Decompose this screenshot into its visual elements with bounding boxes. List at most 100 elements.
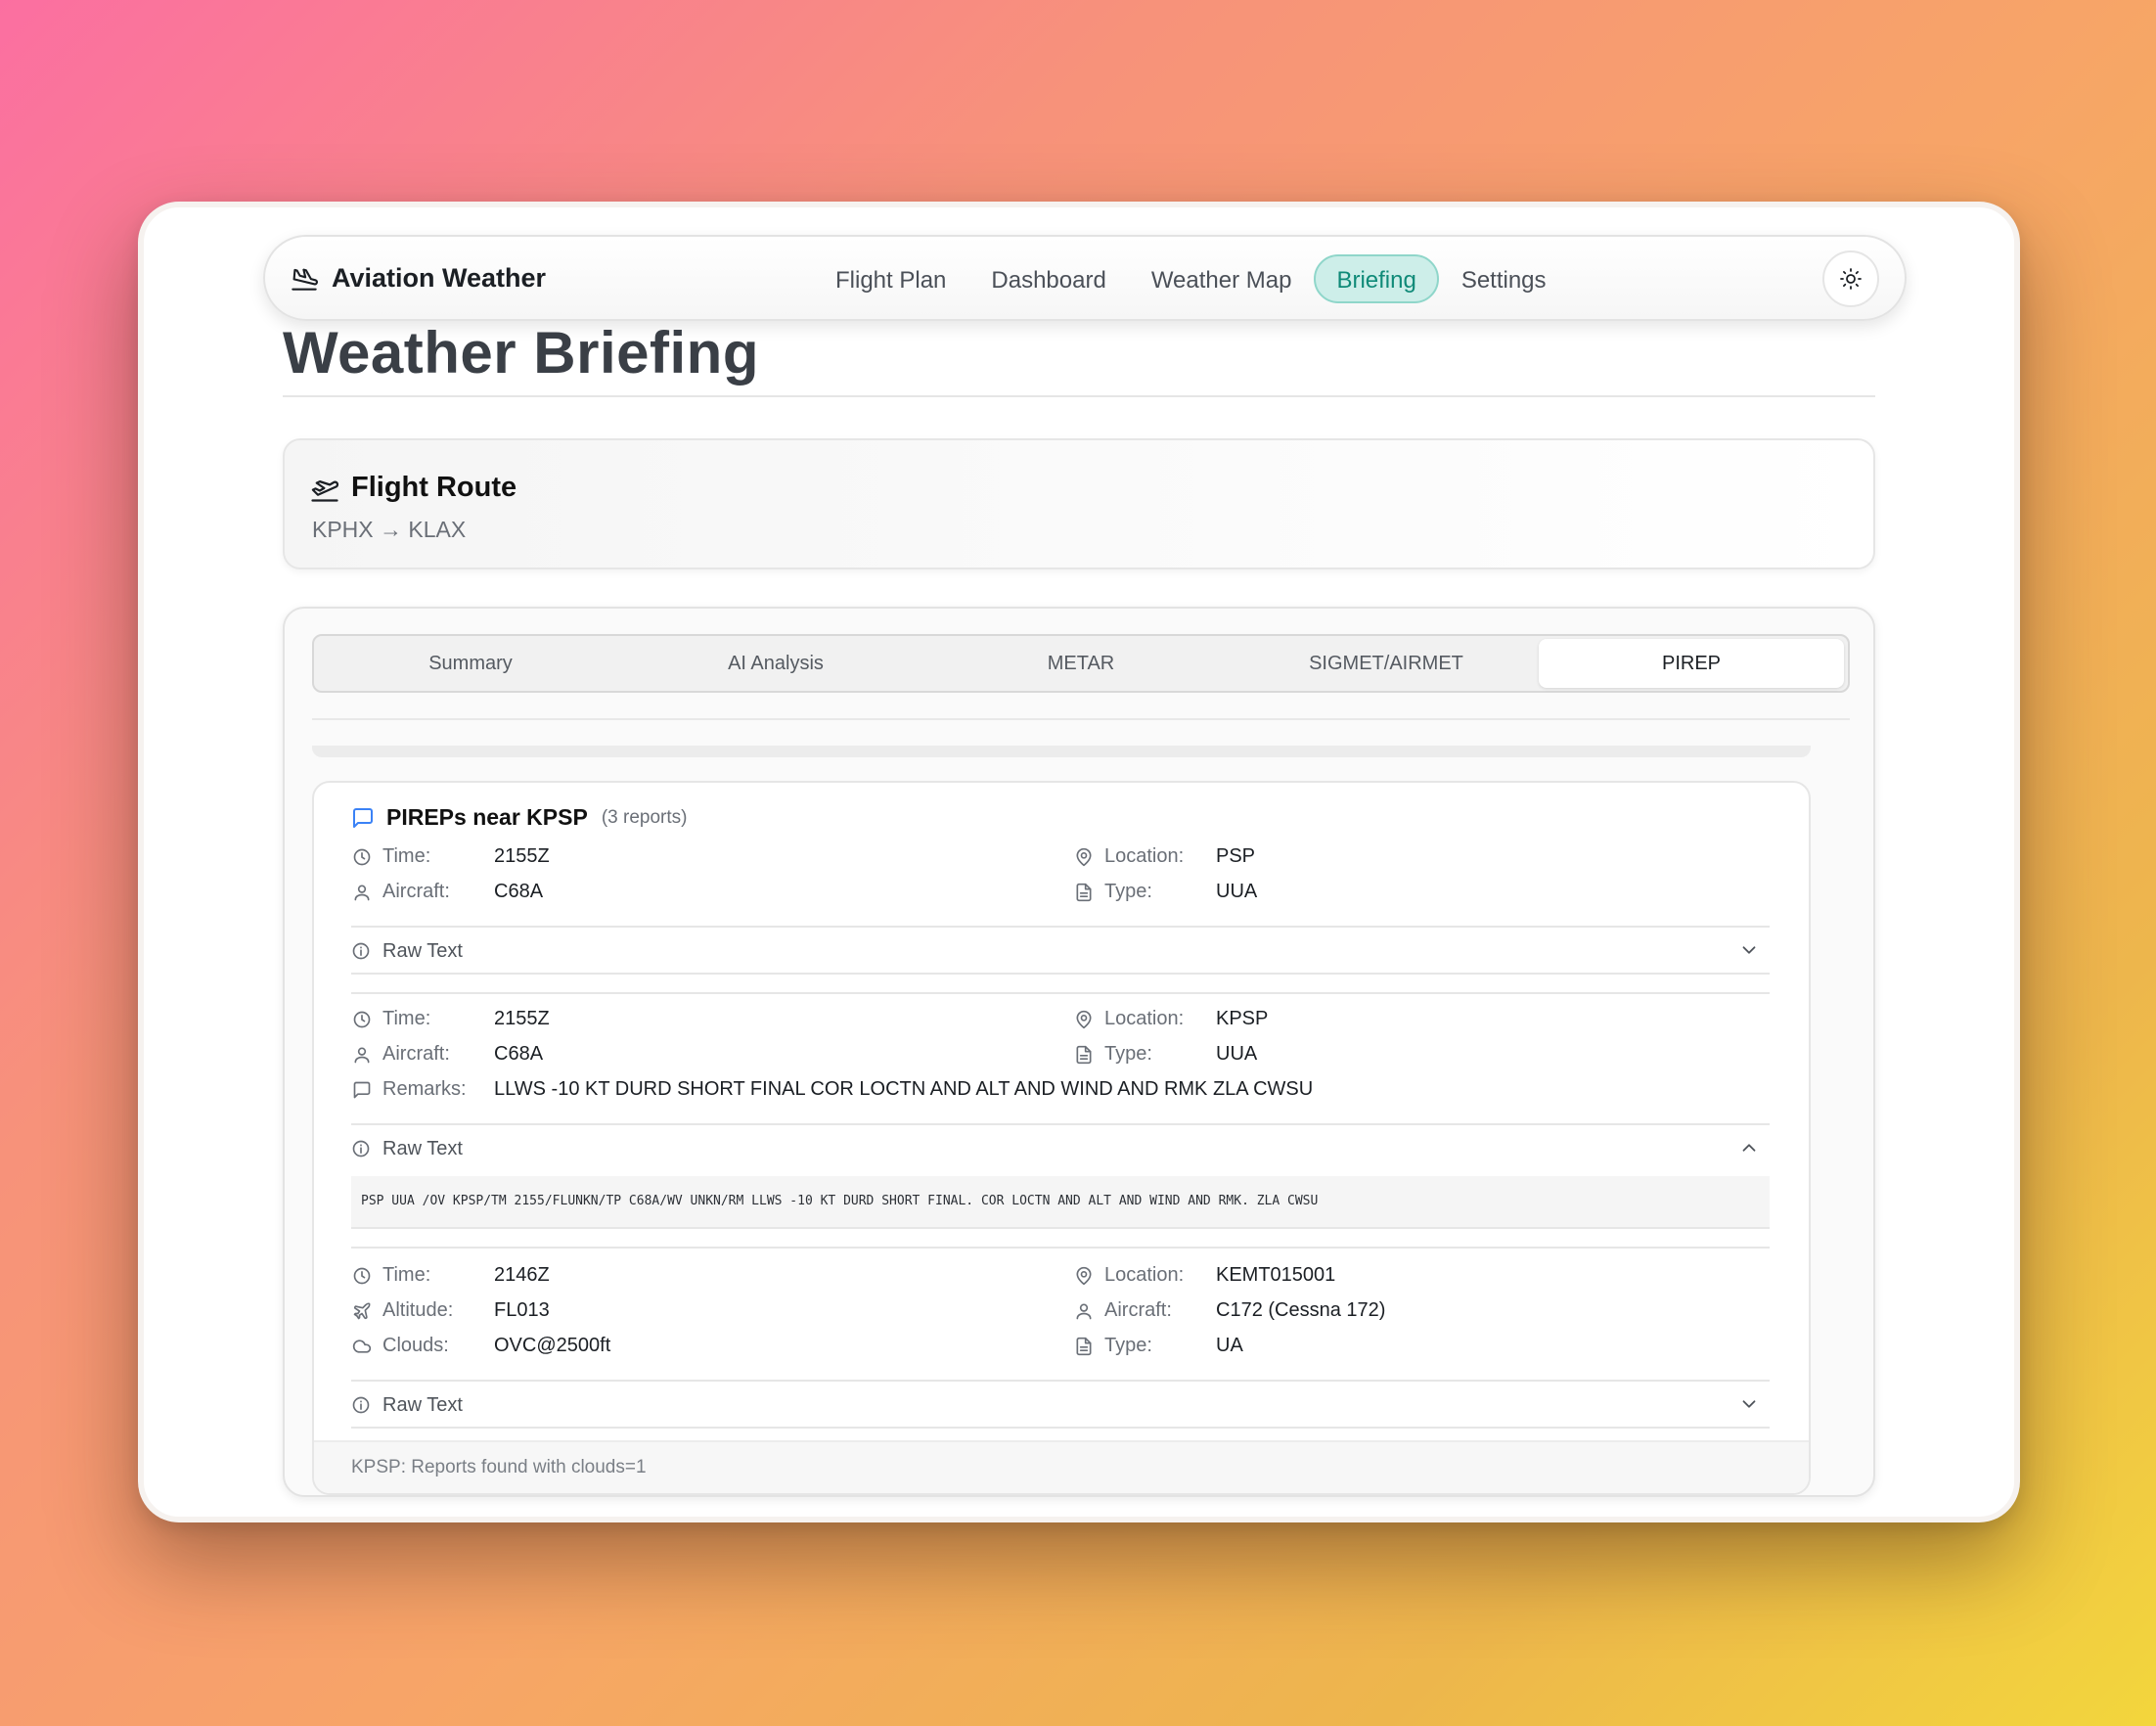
report-3-altitude: Altitude: FL013 [351,1299,550,1322]
theme-toggle-button[interactable] [1822,250,1879,307]
map-pin-icon [1073,1009,1095,1030]
location-label: Location: [1104,845,1185,867]
route-title: Flight Route [351,472,517,503]
time-value: 2146Z [494,1264,550,1286]
info-icon [351,1138,373,1159]
time-label: Time: [382,1264,431,1286]
raw-text-label: Raw Text [382,939,463,962]
route-header: Flight Route [310,472,517,504]
file-text-icon [1073,882,1095,903]
nav-weather-map[interactable]: Weather Map [1129,254,1315,303]
divider [351,1123,1770,1125]
type-value: UUA [1216,881,1258,902]
aircraft-value: C68A [494,881,544,902]
time-value: 2155Z [494,845,550,867]
report-1-raw-toggle[interactable]: Raw Text [351,931,1770,971]
report-3-raw-toggle[interactable]: Raw Text [351,1385,1770,1425]
report-3-clouds: Clouds: OVC@2500ft [351,1335,610,1357]
top-navbar: Aviation Weather Flight Plan Dashboard W… [263,235,1907,321]
chevron-down-icon [1738,1393,1760,1415]
report-3-type: Type: UA [1073,1335,1243,1357]
clouds-label: Clouds: [382,1335,449,1356]
report-2-type: Type: UUA [1073,1043,1257,1066]
briefing-panel: Summary AI Analysis METAR SIGMET/AIRMET … [283,607,1875,1497]
location-label: Location: [1104,1264,1185,1286]
report-1-time: Time: 2155Z [351,845,550,868]
type-value: UUA [1216,1043,1258,1065]
briefing-tabs: Summary AI Analysis METAR SIGMET/AIRMET … [312,634,1850,693]
divider [351,1227,1770,1229]
aircraft-label: Aircraft: [1104,1299,1172,1321]
altitude-label: Altitude: [382,1299,454,1321]
type-value: UA [1216,1335,1243,1356]
tab-pirep[interactable]: PIREP [1539,639,1844,688]
nav-briefing[interactable]: Briefing [1314,254,1439,303]
clock-icon [351,1265,373,1287]
raw-text-label: Raw Text [382,1393,463,1416]
nav-settings[interactable]: Settings [1439,254,1569,303]
remarks-label: Remarks: [382,1078,467,1100]
plane-icon [351,1300,373,1322]
info-icon [351,1394,373,1416]
map-pin-icon [1073,846,1095,868]
route-path: KPHX → KLAX [312,517,467,542]
clock-icon [351,1009,373,1030]
tab-sigmet-airmet[interactable]: SIGMET/AIRMET [1234,639,1539,688]
info-icon [351,940,373,962]
report-separator [351,1247,1770,1249]
file-text-icon [1073,1044,1095,1066]
aircraft-label: Aircraft: [382,1043,450,1065]
app-window: Aviation Weather Flight Plan Dashboard W… [138,202,2020,1522]
tab-ai-analysis[interactable]: AI Analysis [623,639,928,688]
raw-text-content: PSP UUA /OV KPSP/TM 2155/FLUNKN/TP C68A/… [351,1176,1770,1227]
report-2-aircraft: Aircraft: C68A [351,1043,543,1066]
time-label: Time: [382,1008,431,1029]
location-value: KPSP [1216,1008,1269,1029]
report-2-raw-toggle[interactable]: Raw Text [351,1129,1770,1168]
altitude-value: FL013 [494,1299,550,1321]
report-3-aircraft: Aircraft: C172 (Cessna 172) [1073,1299,1385,1322]
clock-icon [351,846,373,868]
user-icon [1073,1300,1095,1322]
cloud-icon [351,1336,373,1357]
time-value: 2155Z [494,1008,550,1029]
nav-dashboard[interactable]: Dashboard [968,254,1128,303]
divider [351,973,1770,975]
plane-departure-icon [310,474,339,503]
tab-summary[interactable]: Summary [318,639,623,688]
type-label: Type: [1104,1335,1152,1356]
collapsed-card-edge [312,746,1811,757]
divider [351,1427,1770,1429]
pirep-footer: KPSP: Reports found with clouds=1 [314,1440,1809,1493]
chevron-up-icon [1738,1137,1760,1158]
plane-landing-icon [291,264,318,292]
clouds-value: OVC@2500ft [494,1335,611,1356]
pirep-header: PIREPs near KPSP (3 reports) [351,804,687,831]
message-square-icon [351,806,375,830]
aircraft-value: C172 (Cessna 172) [1216,1299,1386,1321]
page-title: Weather Briefing [283,320,759,386]
nav-flight-plan[interactable]: Flight Plan [813,254,968,303]
type-label: Type: [1104,1043,1152,1065]
report-2-time: Time: 2155Z [351,1008,550,1030]
message-square-icon [351,1079,373,1101]
location-value: PSP [1216,845,1256,867]
report-separator [351,992,1770,994]
tabs-divider [312,718,1850,720]
remarks-value: LLWS -10 KT DURD SHORT FINAL COR LOCTN A… [494,1078,1314,1100]
map-pin-icon [1073,1265,1095,1287]
location-value: KEMT015001 [1216,1264,1336,1286]
aircraft-label: Aircraft: [382,881,450,902]
location-label: Location: [1104,1008,1185,1029]
nav-links: Flight Plan Dashboard Weather Map Briefi… [813,254,1569,303]
title-divider [283,395,1875,397]
user-icon [351,882,373,903]
time-label: Time: [382,845,431,867]
pirep-count: (3 reports) [601,806,688,828]
brand[interactable]: Aviation Weather [291,237,546,319]
user-icon [351,1044,373,1066]
file-text-icon [1073,1336,1095,1357]
flight-route-card: Flight Route KPHX → KLAX [283,438,1875,569]
report-1-type: Type: UUA [1073,881,1257,903]
tab-metar[interactable]: METAR [928,639,1234,688]
